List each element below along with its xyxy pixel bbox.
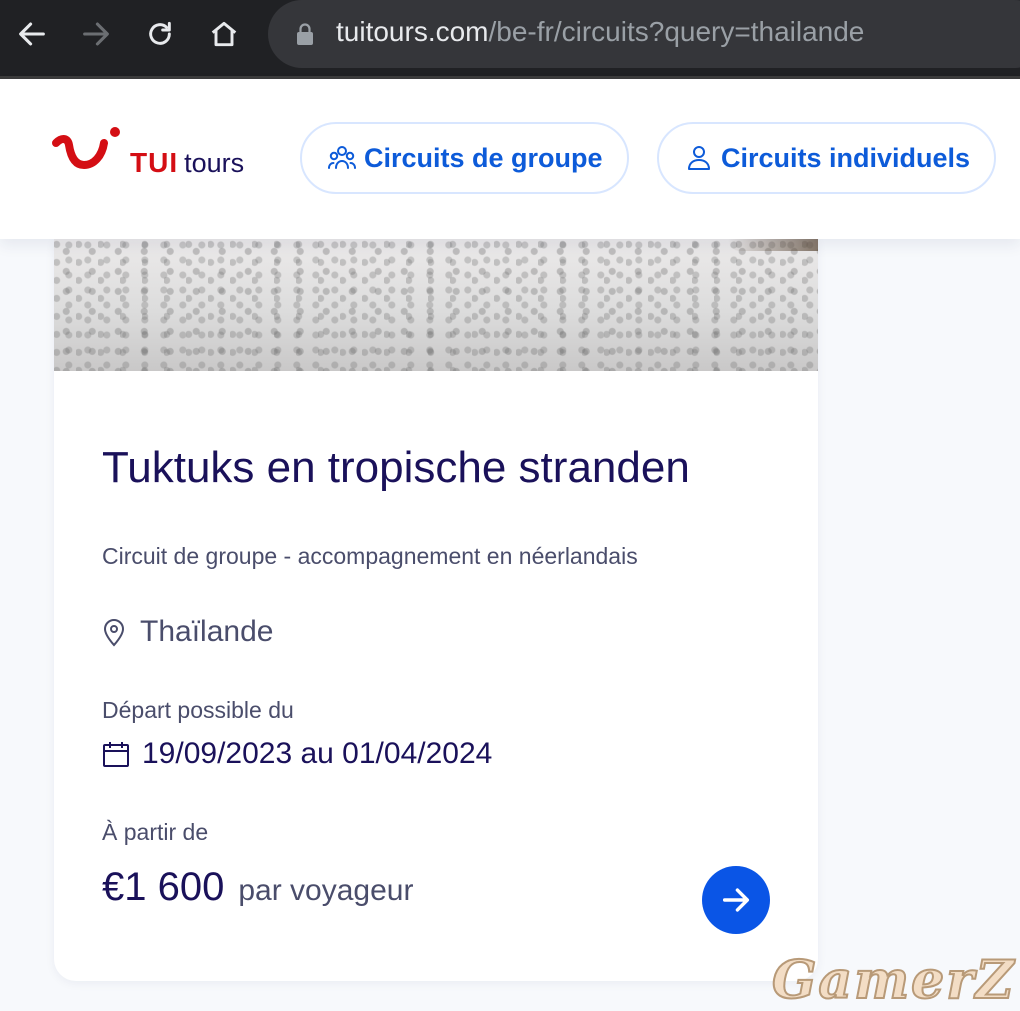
url-host: tuitours.com (336, 16, 489, 47)
nav-circuits-groupe-label: Circuits de groupe (364, 142, 603, 173)
reload-button[interactable] (140, 14, 180, 54)
calendar-icon (103, 742, 129, 767)
dates-text: 19/09/2023 au 01/04/2024 (142, 737, 493, 770)
location-text: Thaïlande (140, 615, 274, 648)
nav-circuits-individuels-button[interactable]: Circuits individuels (657, 122, 997, 194)
view-tour-button[interactable] (702, 866, 770, 934)
departure-dates: 19/09/2023 au 01/04/2024 (102, 737, 492, 771)
tour-photo (54, 239, 818, 371)
forward-button[interactable] (76, 14, 116, 54)
tour-subtitle: Circuit de groupe - accompagnement en né… (102, 543, 638, 569)
logo-wordmark: TUI tours (130, 147, 244, 179)
nav-circuits-groupe-button[interactable]: Circuits de groupe (300, 122, 629, 194)
price-per-label: par voyageur (238, 874, 414, 907)
url-path: /be-fr/circuits?query=thailande (488, 16, 865, 47)
price-value: €1 600 (102, 865, 225, 909)
tour-title[interactable]: Tuktuks en tropische stranden (102, 443, 690, 493)
address-bar[interactable]: tuitours.com/be-fr/circuits?query=thaila… (268, 0, 1020, 68)
tui-smile-icon (52, 127, 120, 170)
tour-card[interactable]: Tuktuks en tropische stranden Circuit de… (54, 239, 818, 981)
price-row: €1 600 par voyageur (102, 865, 413, 910)
watermark: GamerZ (771, 949, 1016, 1011)
arrow-right-icon (722, 888, 750, 912)
lock-icon (297, 23, 313, 45)
departure-label: Départ possible du (102, 697, 294, 723)
browser-toolbar: tuitours.com/be-fr/circuits?query=thaila… (0, 0, 1020, 76)
logo-tours-text: tours (184, 148, 245, 178)
url-text: tuitours.com/be-fr/circuits?query=thaila… (336, 16, 864, 48)
photo-detail (728, 239, 818, 251)
map-pin-icon (103, 619, 125, 647)
tui-tours-logo[interactable]: TUI tours (52, 125, 262, 185)
home-button[interactable] (204, 14, 244, 54)
logo-tui-text: TUI (130, 147, 179, 178)
tour-location: Thaïlande (102, 615, 273, 649)
nav-circuits-individuels-label: Circuits individuels (721, 142, 971, 173)
home-icon (211, 21, 237, 47)
arrow-right-icon (83, 22, 109, 46)
price-from-label: À partir de (102, 819, 209, 845)
person-icon (688, 146, 710, 170)
site-header: TUI tours Circuits de groupe Circuits ind… (0, 79, 1020, 239)
reload-icon (149, 21, 171, 45)
group-icon (328, 146, 356, 169)
arrow-left-icon (19, 22, 45, 46)
back-button[interactable] (12, 14, 52, 54)
